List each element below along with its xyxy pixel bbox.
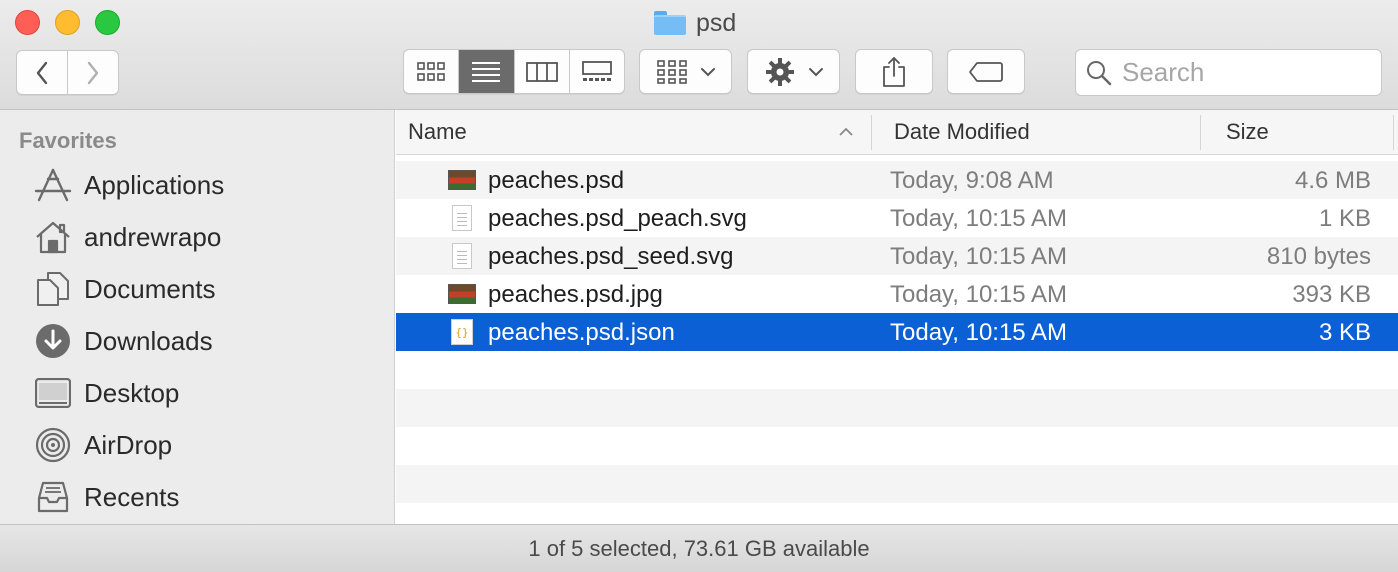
icon-view-button[interactable] bbox=[404, 50, 458, 93]
column-view-button[interactable] bbox=[513, 50, 569, 93]
search-input[interactable] bbox=[1122, 57, 1372, 88]
empty-row bbox=[396, 465, 1398, 503]
file-date: Today, 10:15 AM bbox=[890, 281, 1067, 308]
json-file-icon: {} bbox=[448, 317, 476, 347]
file-size: 3 KB bbox=[1318, 319, 1371, 346]
sidebar: Favorites Applications andrewrapo Docume… bbox=[0, 110, 395, 524]
column-divider[interactable] bbox=[871, 115, 872, 150]
file-row[interactable]: peaches.psd_peach.svg Today, 10:15 AM 1 … bbox=[396, 199, 1398, 237]
image-thumbnail-icon bbox=[448, 165, 476, 195]
chevron-right-icon bbox=[87, 61, 99, 84]
status-bar: 1 of 5 selected, 73.61 GB available bbox=[0, 524, 1398, 572]
sidebar-item-label: Desktop bbox=[84, 377, 180, 408]
status-text: 1 of 5 selected, 73.61 GB available bbox=[528, 535, 870, 561]
sort-ascending-icon bbox=[839, 127, 853, 136]
document-icon bbox=[448, 241, 476, 271]
file-name: peaches.psd_seed.svg bbox=[488, 243, 734, 270]
search-icon bbox=[1087, 60, 1112, 85]
minimize-window-button[interactable] bbox=[55, 10, 80, 35]
action-menu-button[interactable] bbox=[747, 49, 840, 94]
forward-button[interactable] bbox=[67, 51, 118, 94]
gear-icon bbox=[765, 57, 794, 86]
file-date: Today, 10:15 AM bbox=[890, 205, 1067, 232]
list-icon bbox=[472, 61, 501, 82]
tag-icon bbox=[969, 61, 1003, 82]
window-toolbar: psd bbox=[0, 0, 1398, 110]
column-header-name[interactable]: Name bbox=[408, 119, 467, 145]
sidebar-section-heading: Favorites bbox=[19, 128, 117, 153]
gallery-view-button[interactable] bbox=[568, 50, 624, 93]
sidebar-item-applications[interactable]: Applications bbox=[34, 165, 374, 205]
view-mode-selector bbox=[403, 49, 625, 94]
share-icon bbox=[883, 56, 905, 87]
airdrop-icon bbox=[34, 426, 72, 464]
file-size: 4.6 MB bbox=[1294, 167, 1371, 194]
file-date: Today, 10:15 AM bbox=[890, 319, 1067, 346]
file-row-selected[interactable]: {} peaches.psd.json Today, 10:15 AM 3 KB bbox=[396, 313, 1398, 351]
file-name: peaches.psd bbox=[488, 167, 625, 194]
file-row[interactable]: peaches.psd_seed.svg Today, 10:15 AM 810… bbox=[396, 237, 1398, 275]
file-name: peaches.psd.jpg bbox=[488, 281, 663, 308]
zoom-window-button[interactable] bbox=[95, 10, 120, 35]
applications-icon bbox=[34, 166, 72, 204]
icon-grid-icon bbox=[417, 61, 445, 81]
sidebar-item-label: AirDrop bbox=[84, 429, 173, 460]
home-icon bbox=[34, 218, 72, 256]
sidebar-item-label: Applications bbox=[84, 169, 225, 200]
column-divider[interactable] bbox=[1393, 115, 1394, 150]
documents-icon bbox=[34, 270, 72, 308]
gallery-icon bbox=[581, 60, 612, 81]
file-date: Today, 9:08 AM bbox=[890, 167, 1054, 194]
sidebar-item-documents[interactable]: Documents bbox=[34, 269, 374, 309]
file-size: 393 KB bbox=[1292, 281, 1371, 308]
columns-icon bbox=[525, 61, 558, 82]
downloads-icon bbox=[34, 322, 72, 360]
group-by-button[interactable] bbox=[639, 49, 732, 94]
sidebar-item-label: Recents bbox=[84, 481, 180, 512]
share-button[interactable] bbox=[855, 49, 933, 94]
empty-row bbox=[396, 427, 1398, 465]
list-view-button[interactable] bbox=[458, 50, 514, 93]
chevron-down-icon bbox=[700, 67, 715, 76]
file-row[interactable]: peaches.psd.jpg Today, 10:15 AM 393 KB bbox=[396, 275, 1398, 313]
chevron-down-icon bbox=[808, 67, 823, 76]
sidebar-item-label: Documents bbox=[84, 273, 216, 304]
document-icon bbox=[448, 203, 476, 233]
back-button[interactable] bbox=[17, 51, 67, 94]
sidebar-item-label: andrewrapo bbox=[84, 221, 222, 252]
tag-button[interactable] bbox=[947, 49, 1025, 94]
group-grid-icon bbox=[656, 59, 687, 84]
file-list: Name Date Modified Size peaches.psd Toda… bbox=[396, 110, 1398, 524]
file-name: peaches.psd.json bbox=[488, 319, 675, 346]
column-header-date[interactable]: Date Modified bbox=[894, 119, 1030, 145]
file-name: peaches.psd_peach.svg bbox=[488, 205, 747, 232]
sidebar-item-label: Downloads bbox=[84, 325, 213, 356]
window-title: psd bbox=[654, 8, 736, 38]
close-window-button[interactable] bbox=[15, 10, 40, 35]
folder-icon bbox=[654, 11, 686, 35]
file-size: 1 KB bbox=[1318, 205, 1371, 232]
search-field[interactable] bbox=[1075, 49, 1382, 96]
recents-icon bbox=[34, 478, 72, 516]
file-date: Today, 10:15 AM bbox=[890, 243, 1067, 270]
sidebar-item-downloads[interactable]: Downloads bbox=[34, 321, 374, 361]
file-row[interactable]: peaches.psd Today, 9:08 AM 4.6 MB bbox=[396, 161, 1398, 199]
sidebar-item-home[interactable]: andrewrapo bbox=[34, 217, 374, 257]
column-header-size[interactable]: Size bbox=[1226, 119, 1269, 145]
column-header-row: Name Date Modified Size bbox=[396, 110, 1398, 155]
empty-row bbox=[396, 351, 1398, 389]
desktop-icon bbox=[34, 374, 72, 412]
window-title-text: psd bbox=[696, 8, 737, 37]
sidebar-item-recents[interactable]: Recents bbox=[34, 477, 374, 517]
image-thumbnail-icon bbox=[448, 279, 476, 309]
sidebar-item-desktop[interactable]: Desktop bbox=[34, 373, 374, 413]
file-size: 810 bytes bbox=[1266, 243, 1371, 270]
empty-row bbox=[396, 389, 1398, 427]
column-divider[interactable] bbox=[1200, 115, 1201, 150]
sidebar-item-airdrop[interactable]: AirDrop bbox=[34, 425, 374, 465]
chevron-left-icon bbox=[36, 61, 48, 84]
navigation-buttons bbox=[16, 50, 119, 95]
